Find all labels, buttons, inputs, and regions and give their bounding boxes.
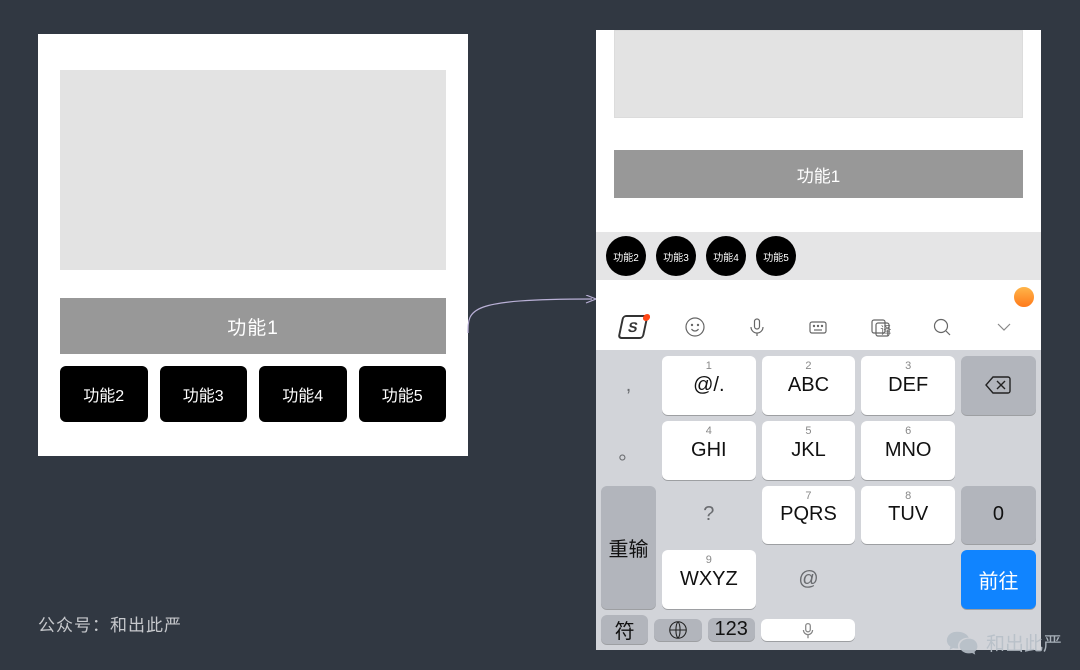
key-wxyz[interactable]: 9WXYZ bbox=[662, 550, 756, 609]
sogou-logo-icon[interactable]: S bbox=[619, 313, 647, 341]
left-mockup-panel: 功能1 功能2 功能3 功能4 功能5 bbox=[38, 34, 468, 456]
emoji-badge-icon[interactable] bbox=[1013, 286, 1035, 308]
key-zero[interactable]: 0 bbox=[961, 486, 1036, 545]
key-jkl[interactable]: 5JKL bbox=[762, 421, 856, 480]
key-1[interactable]: 1@/. bbox=[662, 356, 756, 415]
key-ghi[interactable]: 4GHI bbox=[662, 421, 756, 480]
image-placeholder bbox=[614, 30, 1023, 118]
primary-action-button[interactable]: 功能1 bbox=[60, 298, 446, 354]
key-reenter[interactable]: 重输 bbox=[601, 486, 656, 610]
search-icon[interactable] bbox=[928, 313, 956, 341]
image-placeholder bbox=[60, 70, 446, 270]
key-space[interactable] bbox=[761, 619, 856, 641]
key-period[interactable]: 。 bbox=[601, 421, 656, 480]
pill-function-5[interactable]: 功能5 bbox=[756, 236, 796, 276]
chip-function-2[interactable]: 功能2 bbox=[60, 366, 148, 422]
key-delete[interactable] bbox=[961, 356, 1036, 415]
key-at[interactable]: @ bbox=[762, 550, 856, 609]
right-mockup-panel: 功能1 功能2 功能3 功能4 功能5 S 译 bbox=[596, 30, 1041, 650]
key-question[interactable]: ? bbox=[662, 486, 756, 545]
credit-text: 公众号：和出此严 bbox=[38, 611, 182, 636]
key-go[interactable]: 前往 bbox=[961, 550, 1036, 609]
mic-icon[interactable] bbox=[743, 313, 771, 341]
chevron-down-icon[interactable] bbox=[990, 313, 1018, 341]
watermark: 和出此严 bbox=[946, 628, 1062, 656]
key-numeric[interactable]: 123 bbox=[708, 618, 755, 641]
keyboard: , 1@/. 2ABC 3DEF 。 4GHI 5JKL 6MNO 重输 ? 7… bbox=[596, 350, 1041, 650]
watermark-text: 和出此严 bbox=[986, 629, 1062, 656]
secondary-actions-row: 功能2 功能3 功能4 功能5 bbox=[60, 366, 446, 422]
key-globe[interactable] bbox=[654, 619, 701, 641]
chip-function-4[interactable]: 功能4 bbox=[259, 366, 347, 422]
chip-function-3[interactable]: 功能3 bbox=[160, 366, 248, 422]
key-tuv[interactable]: 8TUV bbox=[861, 486, 955, 545]
key-pqrs[interactable]: 7PQRS bbox=[762, 486, 856, 545]
pill-function-3[interactable]: 功能3 bbox=[656, 236, 696, 276]
key-def[interactable]: 3DEF bbox=[861, 356, 955, 415]
ime-toolbar: S 译 bbox=[596, 304, 1041, 350]
wechat-icon bbox=[946, 628, 980, 656]
keyboard-switch-icon[interactable] bbox=[804, 313, 832, 341]
key-abc[interactable]: 2ABC bbox=[762, 356, 856, 415]
key-mno[interactable]: 6MNO bbox=[861, 421, 955, 480]
primary-action-button[interactable]: 功能1 bbox=[614, 150, 1023, 198]
emoji-icon[interactable] bbox=[681, 313, 709, 341]
key-symbol[interactable]: 符 bbox=[601, 615, 648, 644]
candidate-pill-row: 功能2 功能3 功能4 功能5 bbox=[596, 232, 1041, 280]
pill-function-4[interactable]: 功能4 bbox=[706, 236, 746, 276]
chip-function-5[interactable]: 功能5 bbox=[359, 366, 447, 422]
pill-function-2[interactable]: 功能2 bbox=[606, 236, 646, 276]
translate-icon[interactable]: 译 bbox=[866, 313, 894, 341]
key-comma[interactable]: , bbox=[601, 356, 656, 415]
arrow-icon bbox=[466, 295, 599, 335]
